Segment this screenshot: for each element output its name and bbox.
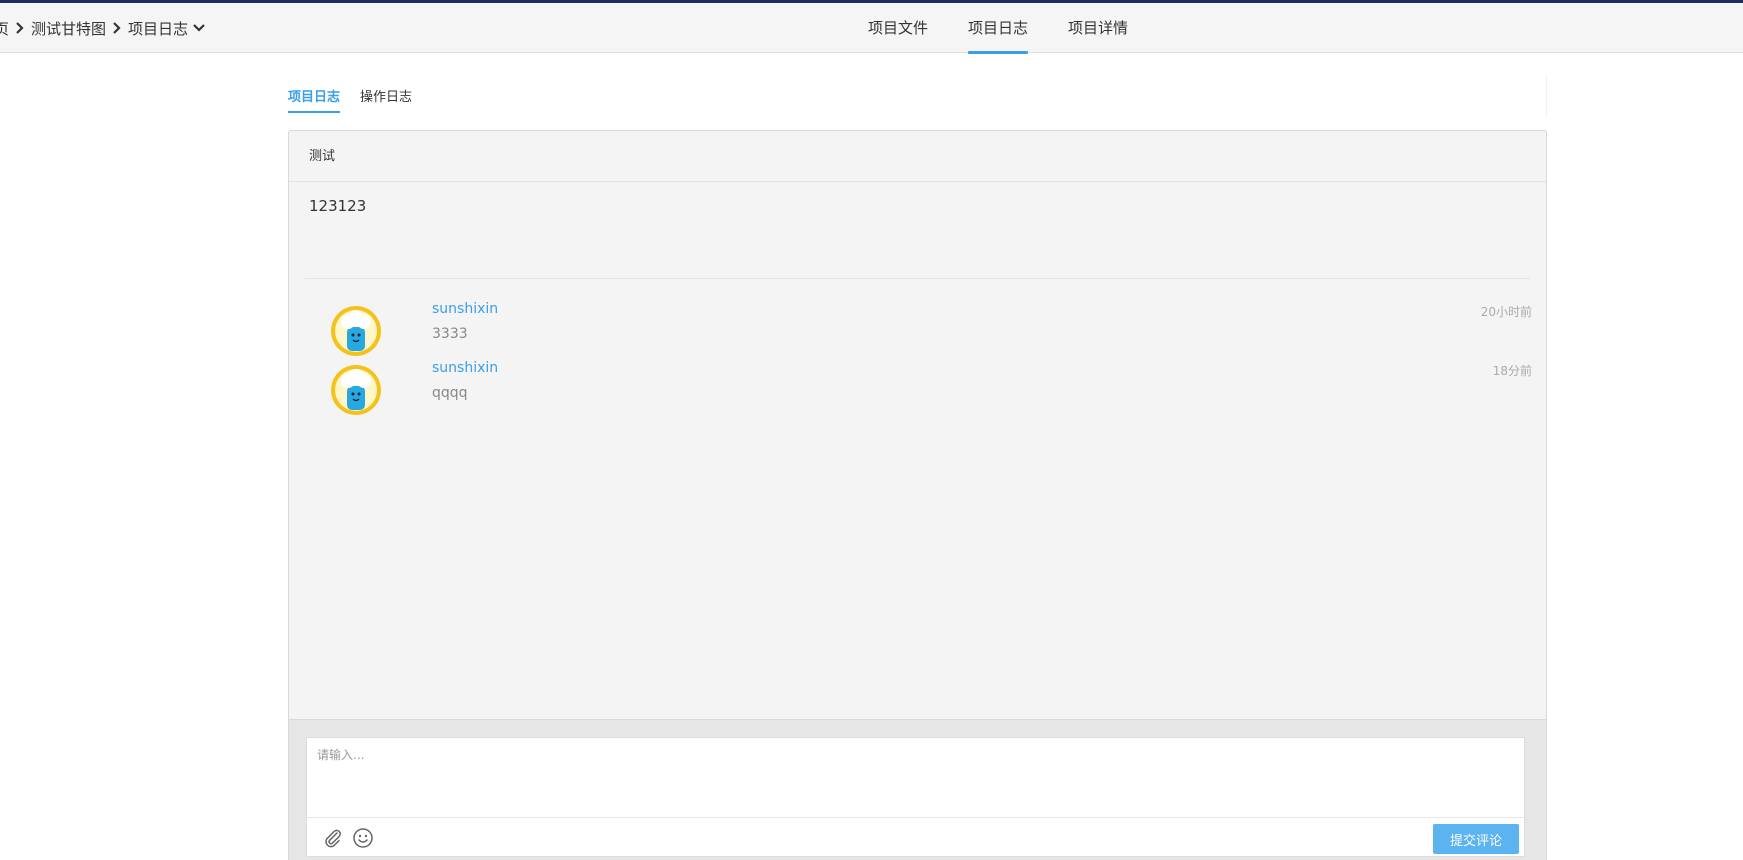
comment-input[interactable] [307, 738, 1524, 818]
log-subtabs: 项目日志 操作日志 [288, 76, 1547, 116]
top-nav: 项目文件 项目日志 项目详情 [868, 3, 1168, 54]
comment-composer: 提交评论 [288, 720, 1547, 860]
comment-item: sunshixin qqqq 18分前 [289, 360, 1548, 420]
comment-item: sunshixin 3333 20小时前 [289, 301, 1548, 361]
breadcrumb: 页 测试甘特图 项目日志 [0, 3, 207, 53]
paperclip-icon[interactable] [322, 827, 344, 849]
comment-time: 20小时前 [1480, 305, 1532, 319]
nav-tab-project-log[interactable]: 项目日志 [968, 3, 1029, 54]
avatar[interactable] [330, 364, 382, 416]
subtab-project-log[interactable]: 项目日志 [288, 76, 341, 113]
smiley-icon[interactable] [352, 827, 374, 849]
main-content: 项目日志 操作日志 测试 123123 sunshixin 3333 20小时前… [288, 76, 1547, 860]
comment-text: qqqq [432, 385, 468, 401]
app-header: 页 测试甘特图 项目日志 项目文件 项目日志 项目详情 [0, 3, 1743, 54]
log-body: 123123 [309, 197, 367, 215]
log-title: 测试 [289, 131, 1546, 182]
chevron-right-icon [108, 19, 126, 37]
submit-comment-button[interactable]: 提交评论 [1433, 824, 1519, 854]
comment-time: 18分前 [1492, 364, 1532, 378]
comment-user[interactable]: sunshixin [432, 301, 498, 317]
nav-tab-project-files[interactable]: 项目文件 [868, 3, 928, 53]
avatar[interactable] [330, 305, 382, 357]
breadcrumb-item-project[interactable]: 测试甘特图 [31, 18, 106, 39]
comment-user[interactable]: sunshixin [432, 360, 498, 376]
divider [305, 278, 1530, 279]
nav-tab-project-details[interactable]: 项目详情 [1068, 3, 1128, 53]
log-card: 测试 123123 sunshixin 3333 20小时前 sunshixin… [288, 130, 1547, 720]
comment-text: 3333 [432, 326, 468, 342]
chevron-down-icon[interactable] [191, 20, 207, 36]
composer-box: 提交评论 [306, 737, 1525, 857]
breadcrumb-item-current[interactable]: 项目日志 [128, 18, 188, 39]
breadcrumb-item-home[interactable]: 页 [0, 18, 9, 39]
subtab-operation-log[interactable]: 操作日志 [360, 76, 412, 113]
chevron-right-icon [11, 19, 29, 37]
